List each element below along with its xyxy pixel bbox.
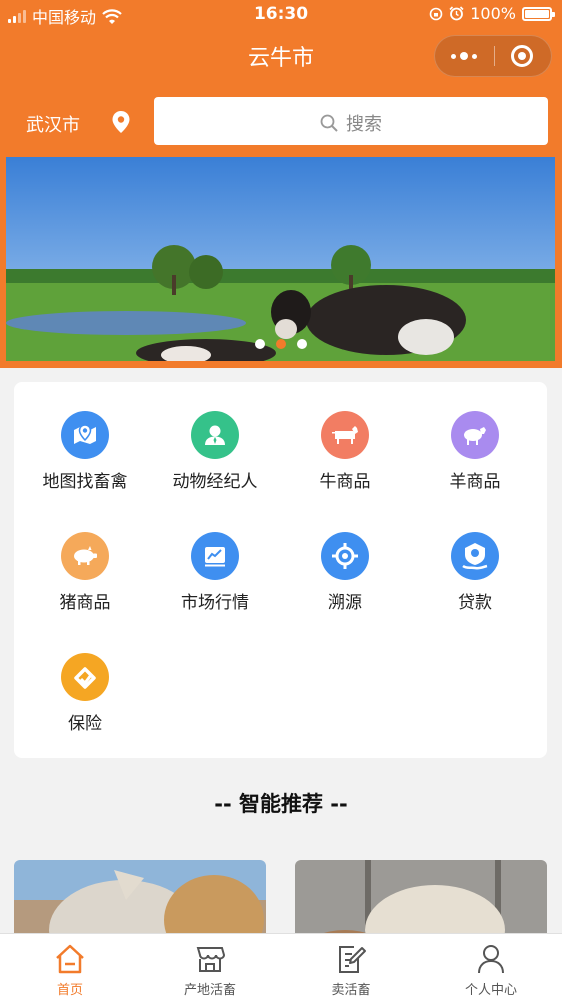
category-label: 贷款 xyxy=(458,593,492,613)
search-icon xyxy=(320,114,338,132)
user-icon xyxy=(478,945,504,974)
category-market[interactable]: 市场行情 xyxy=(150,532,280,613)
header-area: 中国移动 16:30 100% 云牛市 武汉市 搜索 xyxy=(0,0,562,368)
recommend-title: -- 智能推荐 -- xyxy=(214,792,348,816)
carousel-dot[interactable] xyxy=(254,339,265,349)
tab-label: 产地活畜 xyxy=(183,983,236,998)
search-input[interactable]: 搜索 xyxy=(154,97,548,145)
rotation-lock-icon xyxy=(429,7,443,20)
category-label: 市场行情 xyxy=(181,593,249,613)
category-broker[interactable]: 动物经纪人 xyxy=(150,411,280,492)
banner-image xyxy=(6,157,555,361)
location-pin-icon[interactable] xyxy=(111,110,131,134)
carousel-dot-active[interactable] xyxy=(275,339,286,349)
banner-carousel[interactable] xyxy=(6,157,555,361)
tab-label: 个人中心 xyxy=(464,983,517,998)
insurance-icon xyxy=(61,653,109,701)
map-pin-icon xyxy=(61,411,109,459)
tab-profile[interactable]: 个人中心 xyxy=(421,934,561,1001)
category-sheep[interactable]: 羊商品 xyxy=(410,411,540,492)
category-pig[interactable]: 猪商品 xyxy=(20,532,150,613)
tab-sell-livestock[interactable]: 卖活畜 xyxy=(281,934,421,1001)
tab-origin-livestock[interactable]: 产地活畜 xyxy=(140,934,280,1001)
mini-program-capsule xyxy=(434,35,552,77)
cow-icon xyxy=(321,411,369,459)
category-loan[interactable]: 贷款 xyxy=(410,532,540,613)
category-grid: 地图找畜禽 动物经纪人 牛商品 羊商品 猪商品 市场行情 溯源 贷款 保险 xyxy=(14,382,547,758)
category-label: 羊商品 xyxy=(449,472,501,492)
status-bar: 中国移动 16:30 100% xyxy=(0,0,562,30)
pig-icon xyxy=(61,532,109,580)
category-insurance[interactable]: 保险 xyxy=(20,653,150,734)
carousel-dot[interactable] xyxy=(296,339,307,349)
category-cattle[interactable]: 牛商品 xyxy=(280,411,410,492)
more-icon[interactable] xyxy=(451,49,479,63)
city-selector[interactable]: 武汉市 xyxy=(26,111,80,137)
alarm-icon xyxy=(449,6,464,21)
tab-home[interactable]: 首页 xyxy=(0,934,140,1001)
close-program-icon[interactable] xyxy=(511,45,533,67)
battery-percent: 100% xyxy=(470,4,516,23)
battery-icon xyxy=(522,6,555,21)
home-icon xyxy=(56,944,84,974)
search-placeholder: 搜索 xyxy=(346,114,382,135)
status-right: 100% xyxy=(429,4,555,23)
bottom-tab-bar: 首页 产地活畜 卖活畜 个人中心 xyxy=(0,933,562,1001)
person-icon xyxy=(191,411,239,459)
tab-label: 首页 xyxy=(56,983,83,998)
category-label: 动物经纪人 xyxy=(172,472,258,492)
edit-icon xyxy=(339,946,366,973)
tab-label: 卖活畜 xyxy=(331,983,371,998)
chart-icon xyxy=(191,532,239,580)
sheep-icon xyxy=(451,411,499,459)
category-map-search[interactable]: 地图找畜禽 xyxy=(20,411,150,492)
loan-icon xyxy=(451,532,499,580)
category-label: 溯源 xyxy=(328,593,362,613)
category-label: 地图找畜禽 xyxy=(42,472,128,492)
target-icon xyxy=(321,532,369,580)
category-label: 保险 xyxy=(68,714,102,734)
category-label: 牛商品 xyxy=(319,472,371,492)
category-label: 猪商品 xyxy=(59,593,111,613)
capsule-divider xyxy=(494,46,495,66)
carousel-indicator xyxy=(6,339,555,349)
category-trace[interactable]: 溯源 xyxy=(280,532,410,613)
store-icon xyxy=(196,947,226,972)
